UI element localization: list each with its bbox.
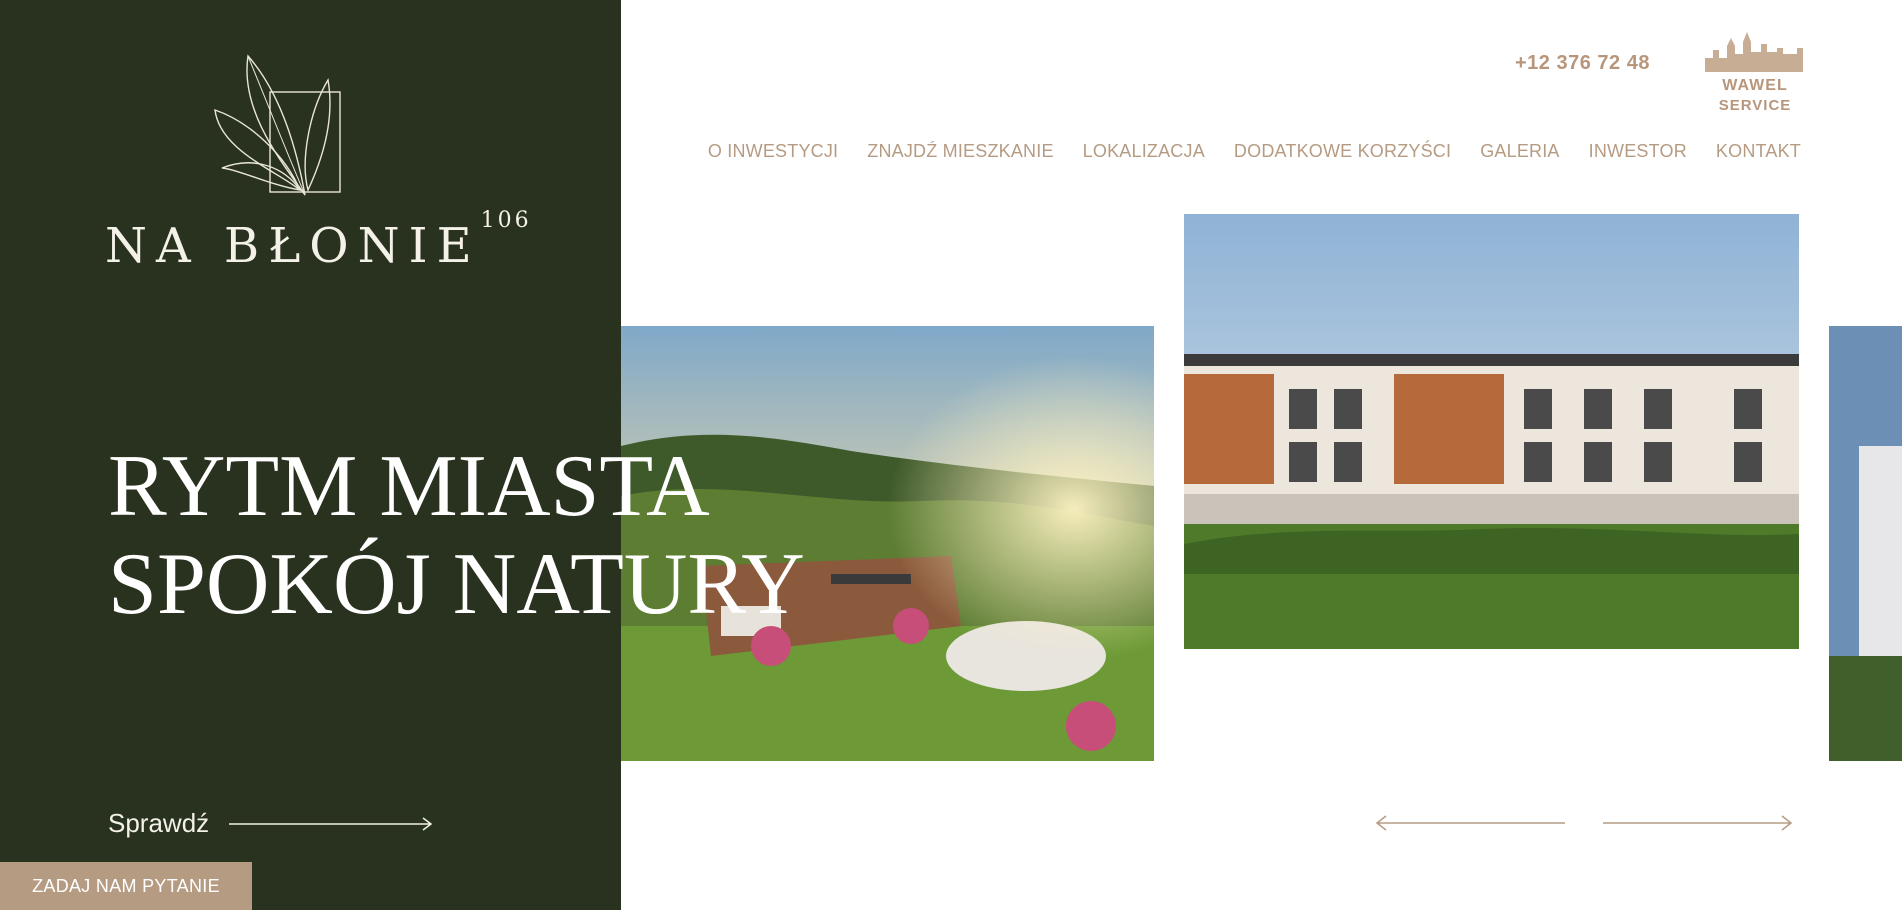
slider-controls bbox=[1375, 813, 1793, 833]
brand-name[interactable]: NA BŁONIE106 bbox=[105, 208, 532, 274]
brand-title: NA BŁONIE bbox=[105, 218, 481, 274]
nav-item-galeria[interactable]: GALERIA bbox=[1480, 141, 1559, 162]
wawel-logo-line2: SERVICE bbox=[1718, 97, 1792, 114]
nav-item-o-inwestycji[interactable]: O INWESTYCJI bbox=[708, 141, 838, 162]
nav-item-kontakt[interactable]: KONTAKT bbox=[1716, 141, 1801, 162]
phone-number[interactable]: +12 376 72 48 bbox=[1515, 52, 1650, 75]
long-arrow-left-icon[interactable] bbox=[1375, 813, 1566, 833]
long-arrow-right-icon bbox=[229, 816, 433, 831]
wawel-logo-text: WAWEL SERVICE bbox=[1700, 76, 1810, 116]
slide-image-partial[interactable] bbox=[1829, 326, 1902, 761]
ask-question-button[interactable]: ZADAJ NAM PYTANIE bbox=[0, 862, 252, 910]
check-link-label: Sprawdź bbox=[108, 808, 210, 838]
wawel-service-logo[interactable]: WAWEL SERVICE bbox=[1700, 28, 1810, 118]
ask-question-label: ZADAJ NAM PYTANIE bbox=[32, 875, 220, 896]
wawel-castle-icon bbox=[1705, 32, 1803, 72]
nav-item-znajdz-mieszkanie[interactable]: ZNAJDŹ MIESZKANIE bbox=[867, 141, 1053, 162]
wawel-logo-line1: WAWEL bbox=[1722, 77, 1788, 94]
hero-title: RYTM MIASTA SPOKÓJ NATURY bbox=[108, 438, 805, 634]
long-arrow-right-icon[interactable] bbox=[1602, 813, 1793, 833]
brand-superscript: 106 bbox=[480, 208, 532, 233]
nav-item-inwestor[interactable]: INWESTOR bbox=[1589, 141, 1687, 162]
leaves-square-logo[interactable] bbox=[200, 50, 350, 200]
nav-item-lokalizacja[interactable]: LOKALIZACJA bbox=[1083, 141, 1205, 162]
slide-image-building[interactable] bbox=[1184, 214, 1799, 649]
check-link[interactable]: Sprawdź bbox=[108, 808, 434, 839]
hero-line-2: SPOKÓJ NATURY bbox=[108, 536, 805, 633]
main-nav: O INWESTYCJI ZNAJDŹ MIESZKANIE LOKALIZAC… bbox=[708, 141, 1801, 162]
nav-item-dodatkowe-korzysci[interactable]: DODATKOWE KORZYŚCI bbox=[1234, 141, 1451, 162]
hero-line-1: RYTM MIASTA bbox=[108, 438, 710, 535]
